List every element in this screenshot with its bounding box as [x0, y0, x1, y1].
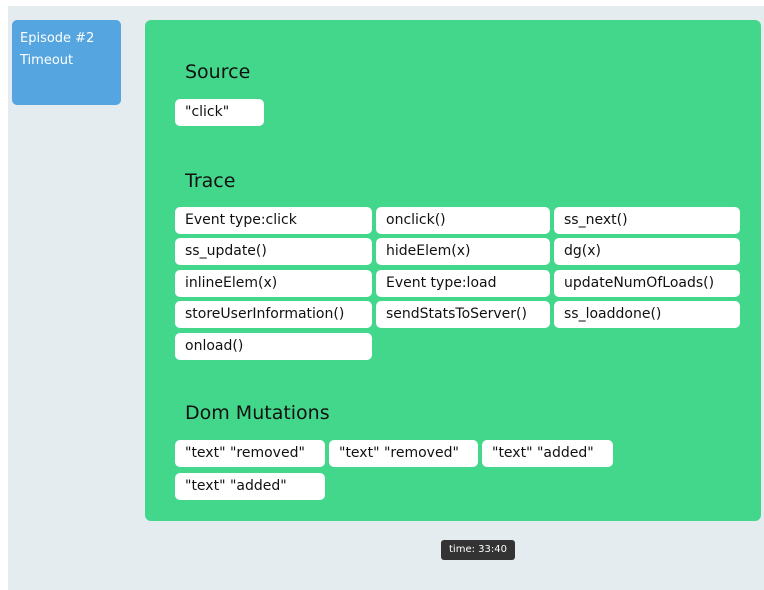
trace-item: ss_next(): [554, 207, 740, 234]
episode-detail-panel: Source "click" Trace Event type:click on…: [145, 20, 761, 521]
trace-item: dg(x): [554, 238, 740, 265]
trace-item: onclick(): [376, 207, 550, 234]
episode-card[interactable]: Episode #2 Timeout: [12, 20, 121, 105]
episode-title: Episode #2: [20, 31, 95, 46]
trace-item: Event type:click: [175, 207, 372, 234]
trace-item: sendStatsToServer(): [376, 301, 550, 328]
trace-item: hideElem(x): [376, 238, 550, 265]
dom-mutation-item: "text" "added": [175, 473, 325, 500]
source-heading: Source: [185, 61, 251, 83]
trace-item: ss_loaddone(): [554, 301, 740, 328]
trace-item: inlineElem(x): [175, 270, 372, 297]
episode-status: Timeout: [20, 53, 74, 68]
dom-mutations-heading: Dom Mutations: [185, 402, 330, 424]
trace-item: storeUserInformation(): [175, 301, 372, 328]
dom-mutation-item: "text" "removed": [175, 440, 325, 467]
trace-item: updateNumOfLoads(): [554, 270, 740, 297]
trace-heading: Trace: [185, 170, 236, 192]
trace-item: ss_update(): [175, 238, 372, 265]
source-chip: "click": [175, 99, 264, 126]
dom-mutation-item: "text" "removed": [329, 440, 478, 467]
dom-mutation-item: "text" "added": [482, 440, 613, 467]
trace-item: onload(): [175, 333, 372, 360]
trace-item: Event type:load: [376, 270, 550, 297]
time-badge: time: 33:40: [441, 540, 515, 560]
